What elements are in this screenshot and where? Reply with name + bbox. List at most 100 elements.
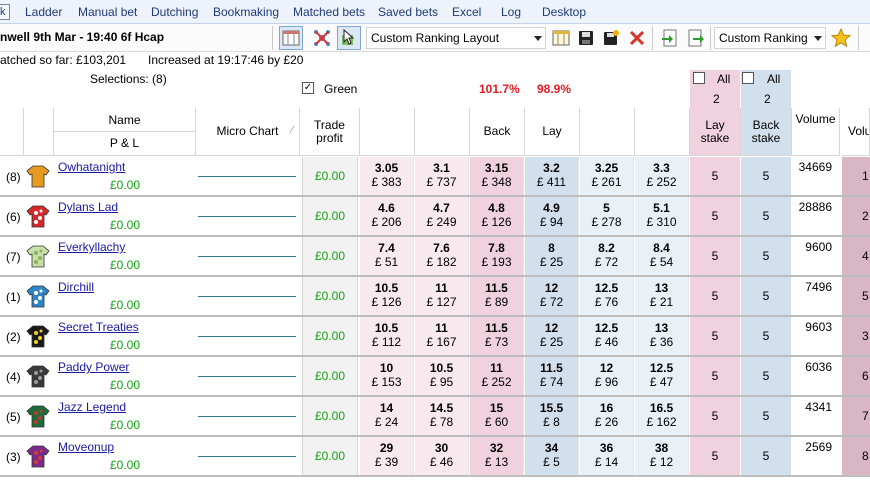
back-price-cell[interactable]: 29 £ 39	[360, 437, 414, 475]
back-price-cell[interactable]: 3.05 £ 383	[360, 157, 414, 195]
back-price-cell[interactable]: 30 £ 46	[415, 437, 469, 475]
micro-chart-line[interactable]	[198, 456, 296, 457]
back-stake-cell[interactable]: 5	[741, 357, 791, 395]
lay-stake-cell[interactable]: 5	[690, 157, 740, 195]
header-micro-chart[interactable]: Micro Chart ⁄	[196, 108, 300, 156]
runner-name-link[interactable]: Owhatanight	[58, 160, 125, 174]
menu-item-partial[interactable]: k	[0, 4, 10, 20]
lay-stake-cell[interactable]: 5	[690, 357, 740, 395]
micro-chart-line[interactable]	[198, 216, 296, 217]
back-price-cell[interactable]: 3.1 £ 737	[415, 157, 469, 195]
lay-price-cell[interactable]: 12.5 £ 46	[580, 317, 634, 355]
lay-all-checkbox[interactable]	[693, 72, 705, 84]
back-stake-cell[interactable]: 5	[741, 317, 791, 355]
back-stake-cell[interactable]: 5	[741, 157, 791, 195]
star-icon[interactable]	[829, 26, 853, 50]
lay-price-cell[interactable]: 34 £ 5	[525, 437, 579, 475]
lay-price-cell[interactable]: 16.5 £ 162	[635, 397, 689, 435]
back-price-cell[interactable]: 10.5 £ 126	[360, 277, 414, 315]
micro-chart-line[interactable]	[198, 296, 296, 297]
menu-item-manual-bet[interactable]: Manual bet	[78, 5, 137, 19]
lay-price-cell[interactable]: 3.2 £ 411	[525, 157, 579, 195]
back-price-cell[interactable]: 11.5 £ 89	[470, 277, 524, 315]
save-icon[interactable]	[574, 26, 598, 50]
back-price-cell[interactable]: 10.5 £ 112	[360, 317, 414, 355]
layout-dropdown[interactable]: Custom Ranking Layout	[366, 27, 546, 49]
lay-price-cell[interactable]: 38 £ 12	[635, 437, 689, 475]
columns-settings-icon[interactable]	[549, 26, 573, 50]
runner-name-link[interactable]: Secret Treaties	[58, 320, 139, 334]
lay-price-cell[interactable]: 12.5 £ 76	[580, 277, 634, 315]
runner-name-link[interactable]: Moveonup	[58, 440, 114, 454]
delete-icon[interactable]	[625, 26, 649, 50]
runner-name-link[interactable]: Everkyllachy	[58, 240, 125, 254]
trade-profit-cell[interactable]: £0.00	[302, 437, 358, 475]
back-all-checkbox[interactable]	[742, 72, 754, 84]
lay-price-cell[interactable]: 12 £ 72	[525, 277, 579, 315]
network-icon[interactable]	[310, 26, 334, 50]
lay-price-cell[interactable]: 8 £ 25	[525, 237, 579, 275]
back-price-cell[interactable]: 32 £ 13	[470, 437, 524, 475]
lay-price-cell[interactable]: 8.4 £ 54	[635, 237, 689, 275]
import-icon[interactable]	[658, 26, 682, 50]
back-stake-cell[interactable]: 5	[741, 397, 791, 435]
runner-name-link[interactable]: Dirchill	[58, 280, 94, 294]
back-price-cell[interactable]: 7.4 £ 51	[360, 237, 414, 275]
back-price-cell[interactable]: 14.5 £ 78	[415, 397, 469, 435]
back-price-cell[interactable]: 11 £ 252	[470, 357, 524, 395]
trade-profit-cell[interactable]: £0.00	[302, 157, 358, 195]
lay-price-cell[interactable]: 36 £ 14	[580, 437, 634, 475]
back-price-cell[interactable]: 4.8 £ 126	[470, 197, 524, 235]
menu-item-bookmaking[interactable]: Bookmaking	[213, 5, 279, 19]
back-price-cell[interactable]: 3.15 £ 348	[470, 157, 524, 195]
back-price-cell[interactable]: 7.8 £ 193	[470, 237, 524, 275]
menu-item-ladder[interactable]: Ladder	[25, 5, 62, 19]
menu-item-dutching[interactable]: Dutching	[151, 5, 198, 19]
header-back-stake[interactable]: Back stake	[741, 108, 792, 156]
lay-price-cell[interactable]: 5 £ 278	[580, 197, 634, 235]
lay-price-cell[interactable]: 13 £ 36	[635, 317, 689, 355]
header-name[interactable]: Name P & L	[54, 108, 196, 156]
menu-item-saved-bets[interactable]: Saved bets	[378, 5, 438, 19]
lay-price-cell[interactable]: 16 £ 26	[580, 397, 634, 435]
export-icon[interactable]	[684, 26, 708, 50]
lay-stake-cell[interactable]: 5	[690, 197, 740, 235]
back-price-cell[interactable]: 4.7 £ 249	[415, 197, 469, 235]
back-price-cell[interactable]: 11 £ 127	[415, 277, 469, 315]
lay-price-cell[interactable]: 12.5 £ 47	[635, 357, 689, 395]
header-trade-profit[interactable]: Trade profit	[300, 108, 360, 156]
header-volume-rank[interactable]: Volu Ran	[842, 108, 870, 156]
micro-chart-line[interactable]	[198, 256, 296, 257]
lay-price-cell[interactable]: 15.5 £ 8	[525, 397, 579, 435]
menu-item-desktop[interactable]: Desktop	[542, 5, 586, 19]
runner-name-link[interactable]: Dylans Lad	[58, 200, 118, 214]
lay-stake-cell[interactable]: 5	[690, 397, 740, 435]
lay-price-cell[interactable]: 4.9 £ 94	[525, 197, 579, 235]
trade-profit-cell[interactable]: £0.00	[302, 397, 358, 435]
columns-icon[interactable]	[279, 26, 303, 50]
trade-profit-cell[interactable]: £0.00	[302, 277, 358, 315]
menu-item-excel[interactable]: Excel	[452, 5, 481, 19]
header-lay-stake[interactable]: Lay stake	[690, 108, 741, 156]
back-price-cell[interactable]: 4.6 £ 206	[360, 197, 414, 235]
micro-chart-line[interactable]	[198, 336, 296, 337]
lay-price-cell[interactable]: 12 £ 25	[525, 317, 579, 355]
back-price-cell[interactable]: 7.6 £ 182	[415, 237, 469, 275]
lay-price-cell[interactable]: 12 £ 96	[580, 357, 634, 395]
menu-item-log[interactable]: Log	[501, 5, 521, 19]
header-lay[interactable]: Lay	[525, 108, 580, 156]
back-price-cell[interactable]: 10 £ 153	[360, 357, 414, 395]
trade-profit-cell[interactable]: £0.00	[302, 357, 358, 395]
lay-stake-cell[interactable]: 5	[690, 277, 740, 315]
cursor-icon[interactable]	[337, 26, 361, 50]
back-price-cell[interactable]: 10.5 £ 95	[415, 357, 469, 395]
micro-chart-line[interactable]	[198, 176, 296, 177]
lay-price-cell[interactable]: 11.5 £ 74	[525, 357, 579, 395]
lay-price-cell[interactable]: 3.25 £ 261	[580, 157, 634, 195]
lay-stake-cell[interactable]: 5	[690, 237, 740, 275]
runner-name-link[interactable]: Jazz Legend	[58, 400, 126, 414]
back-price-cell[interactable]: 11.5 £ 73	[470, 317, 524, 355]
back-price-cell[interactable]: 14 £ 24	[360, 397, 414, 435]
lay-price-cell[interactable]: 5.1 £ 310	[635, 197, 689, 235]
lay-stake-cell[interactable]: 5	[690, 437, 740, 475]
